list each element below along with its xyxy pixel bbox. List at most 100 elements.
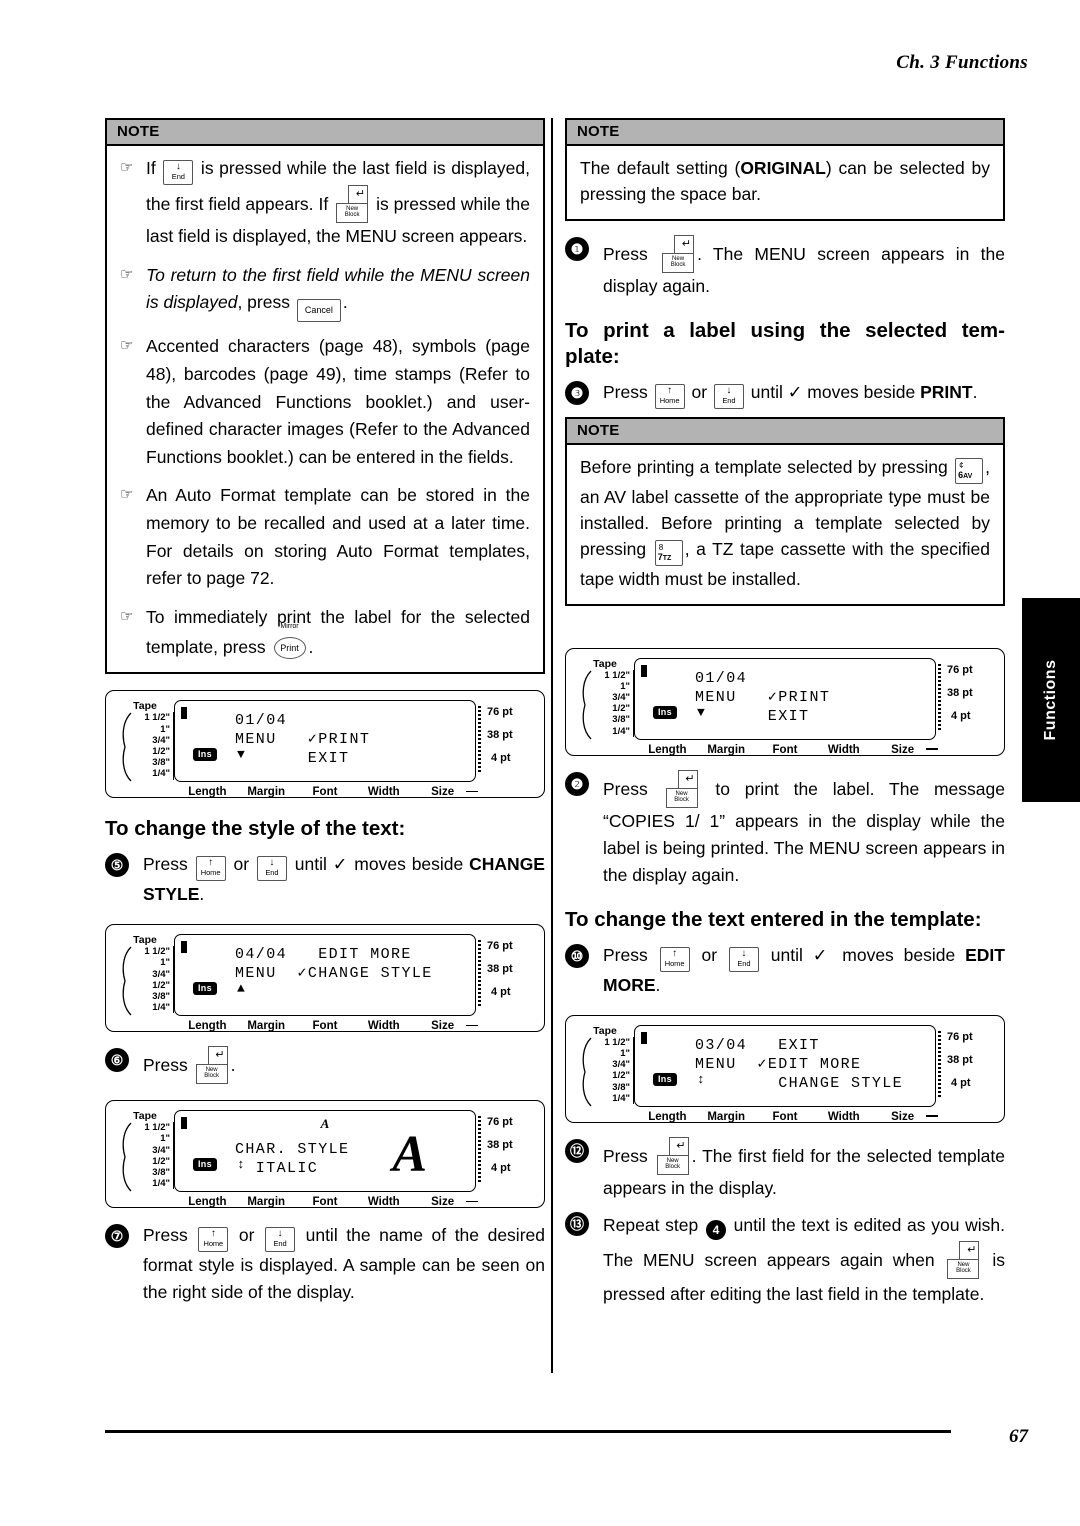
cursor-indicator bbox=[181, 707, 187, 720]
note-text: Before printing a template selected by p… bbox=[580, 456, 990, 590]
tape-value: 1/4" bbox=[612, 725, 630, 737]
heading-change-text: To change the text entered in the templa… bbox=[565, 908, 982, 932]
tape-scale-title: Tape bbox=[593, 1024, 617, 1037]
tape-values: 1 1/2" 1" 3/4" 1/2" 3/8" 1/4" bbox=[130, 946, 174, 1014]
tape-scale-title: Tape bbox=[593, 657, 617, 670]
end-key-icon: ↓ End bbox=[163, 160, 194, 185]
lcd-label-font: Font bbox=[312, 786, 338, 799]
point-size-value: 38 pt bbox=[487, 1139, 513, 1152]
new-block-key-icon: ↵ New Block bbox=[195, 1046, 228, 1085]
tape-scale: Tape 1 1/2" 1" 3/4" 1/2" 3/8" 1/4" bbox=[576, 657, 634, 740]
tape-value: 3/8" bbox=[612, 714, 630, 726]
point-size-value: 76 pt bbox=[947, 663, 973, 676]
step-text: Press ↑ Home or ↓ End until the name of th… bbox=[143, 1225, 545, 1303]
tape-value: 1 1/2" bbox=[144, 946, 170, 958]
tape-scale: Tape 1 1/2" 1" 3/4" 1/2" 3/8" 1/4" bbox=[116, 700, 174, 782]
lcd-label-margin: Margin bbox=[247, 1196, 286, 1209]
lcd-label-width: Width bbox=[367, 1020, 400, 1033]
new-block-key-icon: ↵ New Block bbox=[336, 185, 369, 223]
tape-value: 3/8" bbox=[152, 757, 170, 769]
note-item: ☞ If ↓ End is pressed while the last fiel… bbox=[120, 155, 530, 251]
tape-value: 1" bbox=[620, 680, 630, 692]
size-tick-mark bbox=[466, 1200, 478, 1203]
page-columns: NOTE ☞ If ↓ End is pressed while the last… bbox=[0, 118, 1080, 1398]
end-key-icon: ↓ End bbox=[713, 383, 744, 409]
end-key-icon: ↓ End bbox=[256, 855, 287, 881]
tape-value: 1" bbox=[160, 957, 170, 969]
size-tick-mark bbox=[926, 1115, 938, 1117]
note-item-text: An Auto Format template can be stored in… bbox=[146, 485, 530, 589]
tape-value: 1 1/2" bbox=[604, 669, 630, 681]
step-12: ⑫ Press ↵ New Block. The first field for t… bbox=[565, 1136, 1005, 1202]
home-key-icon: ↑ Home bbox=[195, 855, 226, 881]
insert-mode-badge: Ins bbox=[653, 705, 677, 719]
cursor-indicator bbox=[181, 941, 187, 954]
step-5: ⑤ Press ↑ Home or ↓ End until ✓ moves besi… bbox=[105, 851, 545, 908]
home-key-icon: ↑ Home bbox=[659, 946, 690, 972]
lcd-text: 01/04 MENU ✓PRINT EXIT bbox=[695, 669, 831, 725]
tape-value: 1 1/2" bbox=[604, 1036, 630, 1048]
end-key-icon: ↓ End bbox=[728, 946, 759, 972]
lcd-label-length: Length bbox=[188, 1196, 227, 1209]
lcd-label-width: Width bbox=[367, 1196, 400, 1209]
tape-scale: Tape 1 1/2" 1" 3/4" 1/2" 3/8" 1/4" bbox=[116, 934, 174, 1016]
tape-value: 1/2" bbox=[152, 979, 170, 991]
key-7-tz-icon: 8 7TZ bbox=[654, 540, 683, 567]
insert-mode-badge: Ins bbox=[193, 1158, 217, 1172]
lcd-label-margin: Margin bbox=[707, 743, 746, 756]
point-size-value: 4 pt bbox=[491, 752, 511, 765]
chapter-side-tab-label: Functions bbox=[1042, 659, 1059, 741]
lcd-screen: Ins ↕ 03/04 EXIT MENU ✓EDIT MORE CHANGE S… bbox=[634, 1024, 936, 1107]
step-number: ⑤ bbox=[105, 852, 129, 877]
tape-value: 1/2" bbox=[152, 1155, 170, 1167]
end-key-icon: ↓ End bbox=[265, 1227, 296, 1253]
tape-value: 3/4" bbox=[152, 734, 170, 746]
lcd-label-size: Size bbox=[891, 1110, 915, 1123]
note-item: ☞ An Auto Format template can be stored … bbox=[120, 482, 530, 593]
note-body: Before printing a template selected by p… bbox=[567, 445, 1003, 604]
step-number: ⑬ bbox=[565, 1211, 589, 1236]
lcd-bottom-labels: Length Margin Font Width Size bbox=[116, 1196, 534, 1208]
note-body: The default setting (ORIGINAL) can be se… bbox=[567, 146, 1003, 219]
lcd-label-font: Font bbox=[772, 743, 798, 756]
step-number: ⑦ bbox=[105, 1224, 129, 1249]
tape-scale: Tape 1 1/2" 1" 3/4" 1/2" 3/8" 1/4" bbox=[116, 1110, 174, 1192]
lcd-row: Tape 1 1/2" 1" 3/4" 1/2" 3/8" 1/4" Ins A bbox=[116, 1110, 534, 1194]
point-size-value: 76 pt bbox=[487, 706, 513, 719]
point-size-value: 38 pt bbox=[947, 1053, 973, 1066]
tape-value: 3/8" bbox=[152, 1166, 170, 1178]
lcd-label-size: Size bbox=[431, 786, 455, 799]
lcd-text: CHAR. STYLE ITALIC bbox=[235, 1141, 350, 1178]
note-item-text: Accented characters (page 48), symbols (… bbox=[146, 336, 530, 467]
step-7: ⑦ Press ↑ Home or ↓ End until the name of … bbox=[105, 1222, 545, 1306]
step-number: ⑩ bbox=[565, 943, 589, 968]
point-size-value: 4 pt bbox=[491, 1162, 511, 1175]
lcd-screen: Ins ▲ 04/04 EDIT MORE MENU ✓CHANGE STYLE bbox=[174, 934, 476, 1017]
tape-values: 1 1/2" 1" 3/4" 1/2" 3/8" 1/4" bbox=[130, 1122, 174, 1190]
point-size-scale: 76 pt 38 pt 4 pt bbox=[476, 1110, 534, 1192]
tape-value: 3/4" bbox=[612, 1059, 630, 1071]
note-body: ☞ If ↓ End is pressed while the last fiel… bbox=[107, 146, 543, 672]
tape-value: 1/4" bbox=[152, 1002, 170, 1014]
insert-mode-badge: Ins bbox=[193, 748, 217, 762]
heading-print-template: To print a label using the selected tem-… bbox=[565, 318, 1005, 369]
pointing-hand-icon: ☞ bbox=[120, 337, 134, 355]
tape-value: 1 1/2" bbox=[144, 712, 170, 724]
note-box-right-1: NOTE The default setting (ORIGINAL) can … bbox=[565, 118, 1005, 221]
lcd-bottom-labels: Length Margin Font Width Size bbox=[576, 744, 994, 756]
lcd-label-margin: Margin bbox=[247, 786, 286, 799]
tape-value: 3/4" bbox=[152, 1144, 170, 1156]
tape-value: 1" bbox=[160, 1133, 170, 1145]
tape-value: 1" bbox=[160, 723, 170, 735]
lcd-screen: Ins A A ↕ CHAR. STYLE ITALIC bbox=[174, 1110, 476, 1193]
point-size-value: 76 pt bbox=[487, 940, 513, 953]
insert-mode-badge: Ins bbox=[193, 982, 217, 996]
lcd-text: 04/04 EDIT MORE MENU ✓CHANGE STYLE bbox=[235, 946, 433, 983]
tape-scale-title: Tape bbox=[133, 934, 157, 947]
tape-values: 1 1/2" 1" 3/4" 1/2" 3/8" 1/4" bbox=[590, 1036, 634, 1105]
step-text: Repeat step 4 until the text is edited a… bbox=[603, 1214, 1006, 1304]
step-text: Press ↵ New Block to print the label. The … bbox=[603, 769, 1005, 889]
point-size-value: 38 pt bbox=[487, 729, 513, 742]
chapter-side-tab: Functions bbox=[1022, 598, 1080, 802]
new-block-key-icon: ↵ New Block bbox=[665, 769, 698, 808]
